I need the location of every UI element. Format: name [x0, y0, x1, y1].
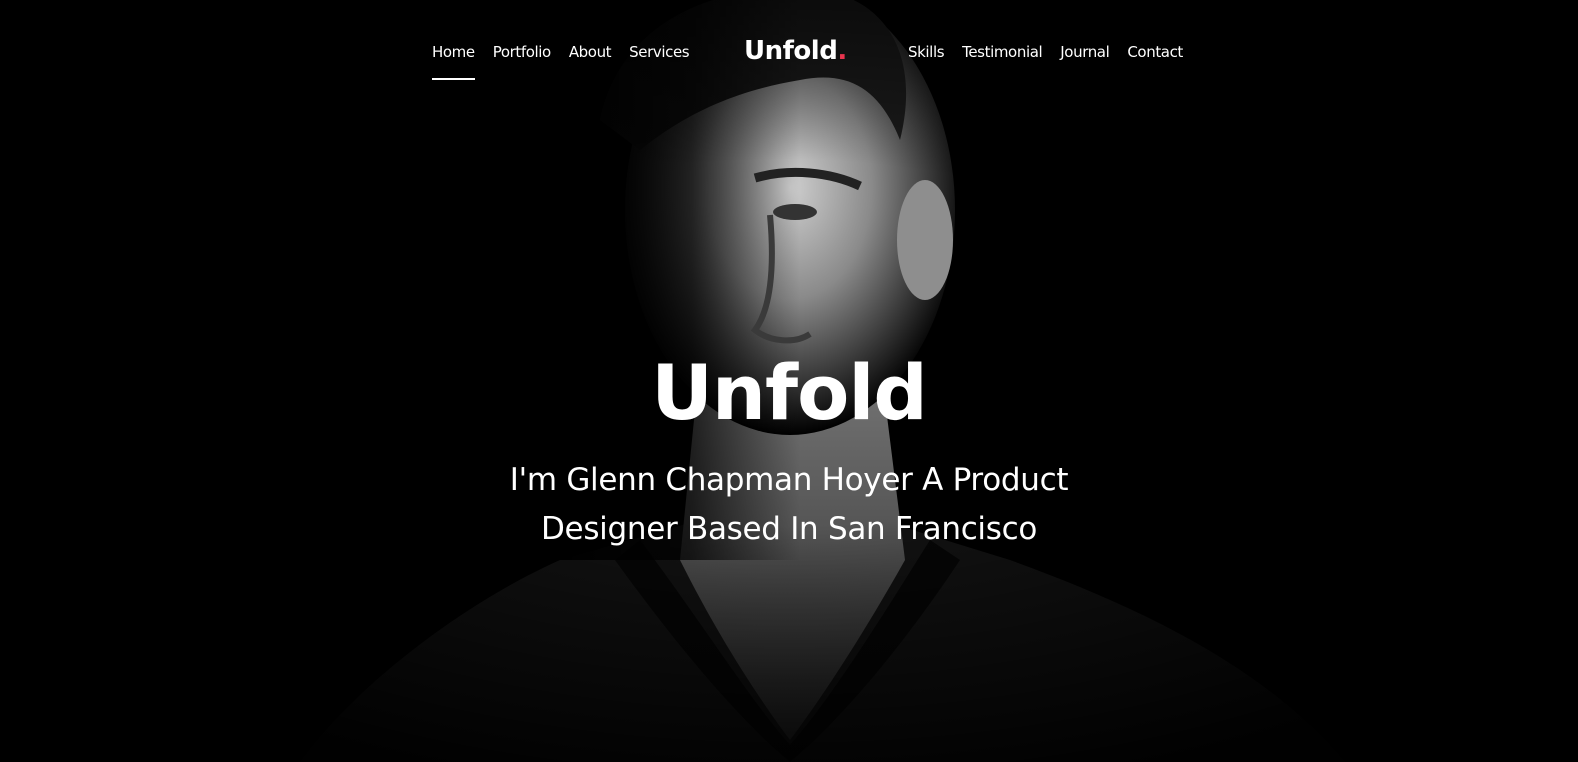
hero-subtitle: I'm Glenn Chapman Hoyer A Product Design… — [509, 462, 1069, 547]
nav-link-about[interactable]: About — [569, 42, 612, 78]
nav-link-contact[interactable]: Contact — [1127, 42, 1183, 78]
nav-link-services[interactable]: Services — [629, 42, 689, 78]
nav-link-skills[interactable]: Skills — [908, 42, 945, 78]
nav-right-group: Skills Testimonial Journal Contact — [908, 42, 1201, 78]
nav-left-group: Home Portfolio About Services — [432, 42, 707, 80]
brand-name: Unfold — [744, 36, 838, 66]
hero-text-block: Unfold I'm Glenn Chapman Hoyer A Product… — [0, 348, 1578, 554]
nav-link-testimonial[interactable]: Testimonial — [962, 42, 1043, 78]
hero-section: Home Portfolio About Services Unfold. Sk… — [0, 0, 1578, 762]
nav-link-home[interactable]: Home — [432, 42, 475, 80]
brand-logo[interactable]: Unfold. — [744, 33, 847, 69]
nav-link-journal[interactable]: Journal — [1060, 42, 1109, 78]
brand-dot: . — [837, 36, 847, 66]
main-navbar: Home Portfolio About Services Unfold. Sk… — [0, 0, 1578, 110]
nav-link-portfolio[interactable]: Portfolio — [493, 42, 552, 78]
hero-title: Unfold — [651, 348, 928, 437]
